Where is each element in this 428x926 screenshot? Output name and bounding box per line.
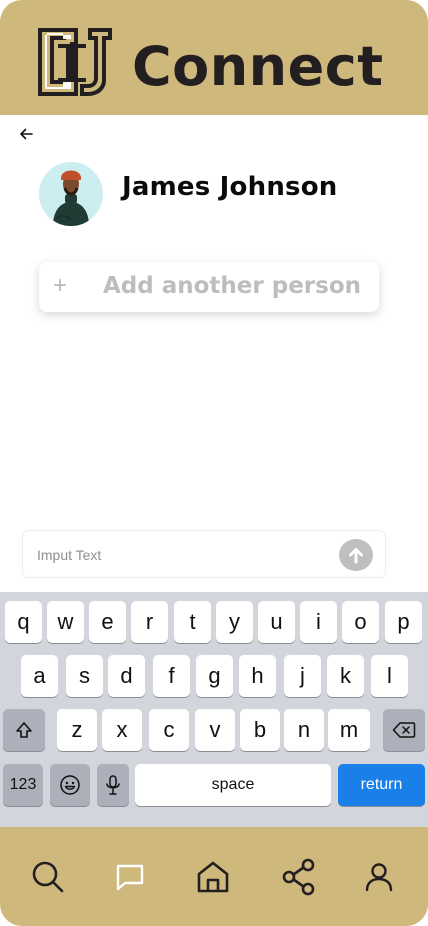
user-icon: [365, 863, 393, 892]
add-person-button[interactable]: + Add another person: [39, 262, 379, 312]
nav-share[interactable]: [279, 857, 319, 897]
key-n[interactable]: n: [284, 709, 324, 751]
microphone-key[interactable]: [97, 764, 129, 806]
key-q[interactable]: q: [5, 601, 42, 643]
home-icon: [197, 861, 229, 893]
key-w[interactable]: w: [47, 601, 84, 643]
key-r[interactable]: r: [131, 601, 168, 643]
message-composer: [22, 530, 386, 578]
key-i[interactable]: i: [300, 601, 337, 643]
key-b[interactable]: b: [240, 709, 280, 751]
emoji-key[interactable]: [50, 764, 90, 806]
key-f[interactable]: f: [153, 655, 190, 697]
back-button[interactable]: [14, 123, 38, 145]
add-person-label: Add another person: [103, 273, 362, 299]
numbers-key[interactable]: 123: [3, 764, 43, 806]
key-m[interactable]: m: [328, 709, 370, 751]
key-e[interactable]: e: [89, 601, 126, 643]
nav-profile[interactable]: [359, 857, 399, 897]
key-y[interactable]: y: [216, 601, 253, 643]
key-u[interactable]: u: [258, 601, 295, 643]
share-icon: [282, 858, 315, 896]
key-x[interactable]: x: [102, 709, 142, 751]
backspace-icon: [392, 722, 416, 738]
bottom-navigation: [0, 827, 428, 926]
person-avatar: [39, 162, 103, 226]
space-key[interactable]: space: [135, 764, 331, 806]
nav-home[interactable]: [193, 857, 233, 897]
emoji-icon: [60, 775, 80, 795]
nav-search[interactable]: [28, 857, 68, 897]
message-input[interactable]: [37, 541, 327, 569]
delete-key[interactable]: [383, 709, 425, 751]
key-h[interactable]: h: [239, 655, 276, 697]
search-icon: [32, 861, 64, 893]
send-button[interactable]: [339, 539, 373, 571]
key-l[interactable]: l: [371, 655, 408, 697]
key-t[interactable]: t: [174, 601, 211, 643]
cu-logo-icon: [38, 28, 112, 96]
key-p[interactable]: p: [385, 601, 422, 643]
nav-messages[interactable]: [110, 857, 150, 897]
app-header: Connect: [0, 0, 428, 115]
plus-icon: +: [53, 272, 68, 299]
app-title: Connect: [132, 35, 384, 98]
microphone-icon: [106, 775, 120, 795]
key-d[interactable]: d: [108, 655, 145, 697]
arrow-left-icon: [20, 128, 33, 140]
chat-bubble-icon: [116, 864, 144, 891]
keyboard: q w e r t y u i o p a s d f g h j k l z …: [0, 592, 428, 827]
key-c[interactable]: c: [149, 709, 189, 751]
key-a[interactable]: a: [21, 655, 58, 697]
return-key[interactable]: return: [338, 764, 425, 806]
key-o[interactable]: o: [342, 601, 379, 643]
key-k[interactable]: k: [327, 655, 364, 697]
key-v[interactable]: v: [195, 709, 235, 751]
key-z[interactable]: z: [57, 709, 97, 751]
shift-icon: [16, 722, 32, 738]
key-g[interactable]: g: [196, 655, 233, 697]
shift-key[interactable]: [3, 709, 45, 751]
person-name: James Johnson: [122, 172, 338, 202]
arrow-up-icon: [349, 548, 363, 564]
key-s[interactable]: s: [66, 655, 103, 697]
key-j[interactable]: j: [284, 655, 321, 697]
